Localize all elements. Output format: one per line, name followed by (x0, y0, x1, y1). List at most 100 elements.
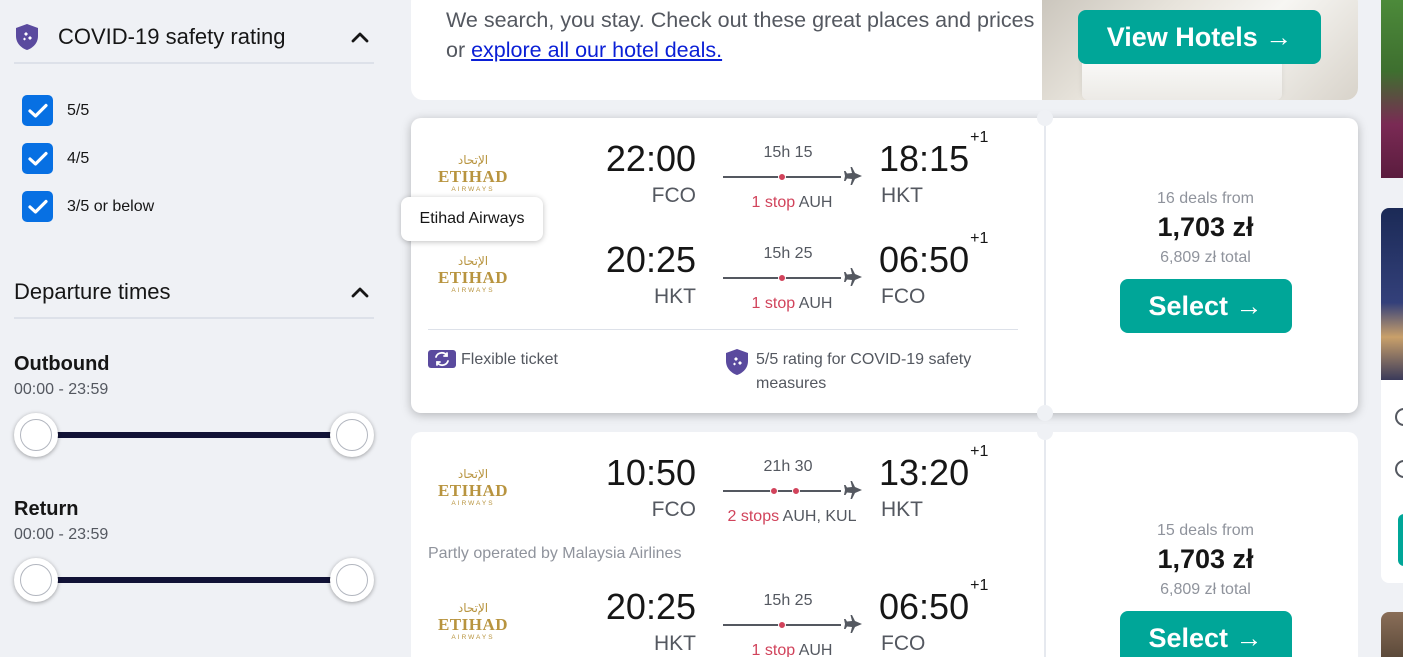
slider-handle-end[interactable] (330, 558, 374, 602)
flight-leg-return: الإتحاد ETIHAD AIRWAYS 20:25 HKT 15h 25 … (411, 230, 1031, 319)
etihad-logo: الإتحاد ETIHAD AIRWAYS (438, 601, 508, 641)
slider-handle-start[interactable] (14, 558, 58, 602)
price-total: 6,809 zł total (1160, 581, 1251, 598)
price-panel: 16 deals from 1,703 zł 6,809 zł total Se… (1053, 190, 1358, 333)
flight-leg-return: الإتحاد ETIHAD AIRWAYS 20:25 HKT 15h 25 … (411, 577, 1031, 657)
stops-info: 2 stops AUH, KUL (707, 508, 877, 526)
stops-info: 1 stop AUH (707, 194, 877, 212)
departure-filter-header[interactable]: Departure times (14, 267, 374, 319)
etihad-logo: الإتحاد ETIHAD AIRWAYS (438, 254, 508, 294)
covid-option-3-or-below[interactable]: 3/5 or below (22, 191, 154, 222)
hotel-deals-link[interactable]: explore all our hotel deals. (471, 38, 722, 62)
stop-dot (770, 487, 778, 495)
flexible-ticket-feature: Flexible ticket (428, 348, 558, 372)
departure-filter-title: Departure times (14, 279, 171, 304)
flight-result-card[interactable]: الإتحاد ETIHAD AIRWAYS 10:50 FCO 21h 30 … (411, 424, 1358, 657)
outbound-time-slider[interactable] (14, 413, 374, 457)
select-button[interactable]: Select → (1119, 279, 1292, 333)
operated-by-note: Partly operated by Malaysia Airlines (428, 545, 682, 562)
flight-duration: 21h 30 (763, 458, 813, 475)
etihad-logo-sub: AIRWAYS (451, 634, 494, 641)
plane-icon (844, 615, 862, 633)
arrival-airport: FCO (881, 285, 926, 308)
plane-icon (844, 481, 862, 499)
route-line (723, 173, 841, 181)
departure-airport: FCO (651, 498, 696, 521)
card-notch (1037, 405, 1053, 421)
return-time-slider[interactable] (14, 558, 374, 602)
slider-handle-end[interactable] (330, 413, 374, 457)
ad-image-clipped[interactable] (1381, 612, 1403, 657)
covid-option-5[interactable]: 5/5 (22, 95, 89, 126)
stops-count: 2 stops (727, 508, 780, 525)
etihad-logo-name: ETIHAD (438, 268, 508, 287)
arrival-time-value: 06:50 (879, 239, 970, 280)
hotel-promo-banner: We search, you stay. Check out these gre… (411, 0, 1358, 100)
ad-button[interactable] (1398, 514, 1403, 566)
stops-via: AUH, KUL (782, 508, 857, 525)
covid-option-4[interactable]: 4/5 (22, 143, 89, 174)
radio-icon[interactable] (1395, 408, 1403, 426)
stops-via: AUH (798, 295, 833, 312)
price-panel: 15 deals from 1,703 zł 6,809 zł total Se… (1053, 522, 1358, 657)
departure-airport: HKT (654, 632, 696, 655)
route-line (723, 621, 841, 629)
covid-filter-header[interactable]: COVID-19 safety rating (14, 12, 374, 64)
stop-dot (778, 274, 786, 282)
flexible-ticket-icon (428, 350, 456, 368)
day-offset: +1 (970, 443, 989, 460)
outbound-range: 00:00 - 23:59 (14, 381, 109, 398)
price-total: 6,809 zł total (1160, 249, 1251, 266)
stop-dot (778, 173, 786, 181)
select-button[interactable]: Select → (1119, 611, 1292, 657)
plane-icon (844, 268, 862, 286)
plane-icon (844, 167, 862, 185)
covid-shield-icon (726, 349, 748, 375)
chevron-up-icon[interactable] (348, 26, 372, 50)
slider-track[interactable] (36, 577, 352, 583)
etihad-logo: الإتحاد ETIHAD AIRWAYS (438, 153, 508, 193)
etihad-logo-arabic: الإتحاد (458, 467, 488, 481)
arrival-time: 06:50+1 (879, 577, 988, 628)
deals-count: 15 deals from (1157, 522, 1254, 539)
ad-card-clipped[interactable] (1381, 208, 1403, 583)
departure-time: 22:00 (605, 138, 696, 179)
price-per-person: 1,703 zł (1157, 212, 1254, 242)
day-offset: +1 (970, 577, 989, 594)
arrival-time: 18:15+1 (879, 129, 988, 180)
view-hotels-button[interactable]: View Hotels → (1078, 10, 1321, 64)
stops-info: 1 stop AUH (707, 642, 877, 657)
filters-sidebar: COVID-19 safety rating 5/5 4/5 3/5 or be… (0, 0, 390, 657)
covid-rating-label: 5/5 rating for COVID-19 safety measures (756, 351, 972, 392)
etihad-logo-arabic: الإتحاد (458, 601, 488, 615)
departure-time: 20:25 (605, 239, 696, 280)
ad-image-clipped[interactable] (1381, 0, 1403, 178)
slider-track[interactable] (36, 432, 352, 438)
radio-icon[interactable] (1395, 460, 1403, 478)
day-offset: +1 (970, 230, 989, 247)
flight-result-card[interactable]: الإتحاد ETIHAD AIRWAYS 22:00 FCO 15h 15 … (411, 110, 1358, 421)
arrival-airport: HKT (881, 498, 923, 521)
checkbox-checked-icon[interactable] (22, 191, 53, 222)
slider-handle-start[interactable] (14, 413, 58, 457)
etihad-logo-name: ETIHAD (438, 167, 508, 186)
etihad-logo-sub: AIRWAYS (451, 500, 494, 507)
card-notch (1037, 110, 1053, 126)
stops-count: 1 stop (751, 295, 796, 312)
features-divider (428, 329, 1018, 330)
covid-rating-feature: 5/5 rating for COVID-19 safety measures (724, 348, 1014, 396)
return-label: Return (14, 498, 79, 520)
checkbox-checked-icon[interactable] (22, 95, 53, 126)
flight-duration: 15h 25 (763, 592, 813, 609)
covid-option-label: 5/5 (67, 101, 90, 119)
departure-airport: FCO (651, 184, 696, 207)
etihad-logo-arabic: الإتحاد (458, 153, 488, 167)
covid-option-label: 3/5 or below (67, 197, 155, 215)
flight-leg-outbound: الإتحاد ETIHAD AIRWAYS 10:50 FCO 21h 30 … (411, 443, 1031, 532)
stop-dot (792, 487, 800, 495)
card-notch (1037, 424, 1053, 440)
chevron-up-icon[interactable] (348, 281, 372, 305)
stops-count: 1 stop (751, 194, 796, 211)
covid-option-label: 4/5 (67, 149, 90, 167)
checkbox-checked-icon[interactable] (22, 143, 53, 174)
